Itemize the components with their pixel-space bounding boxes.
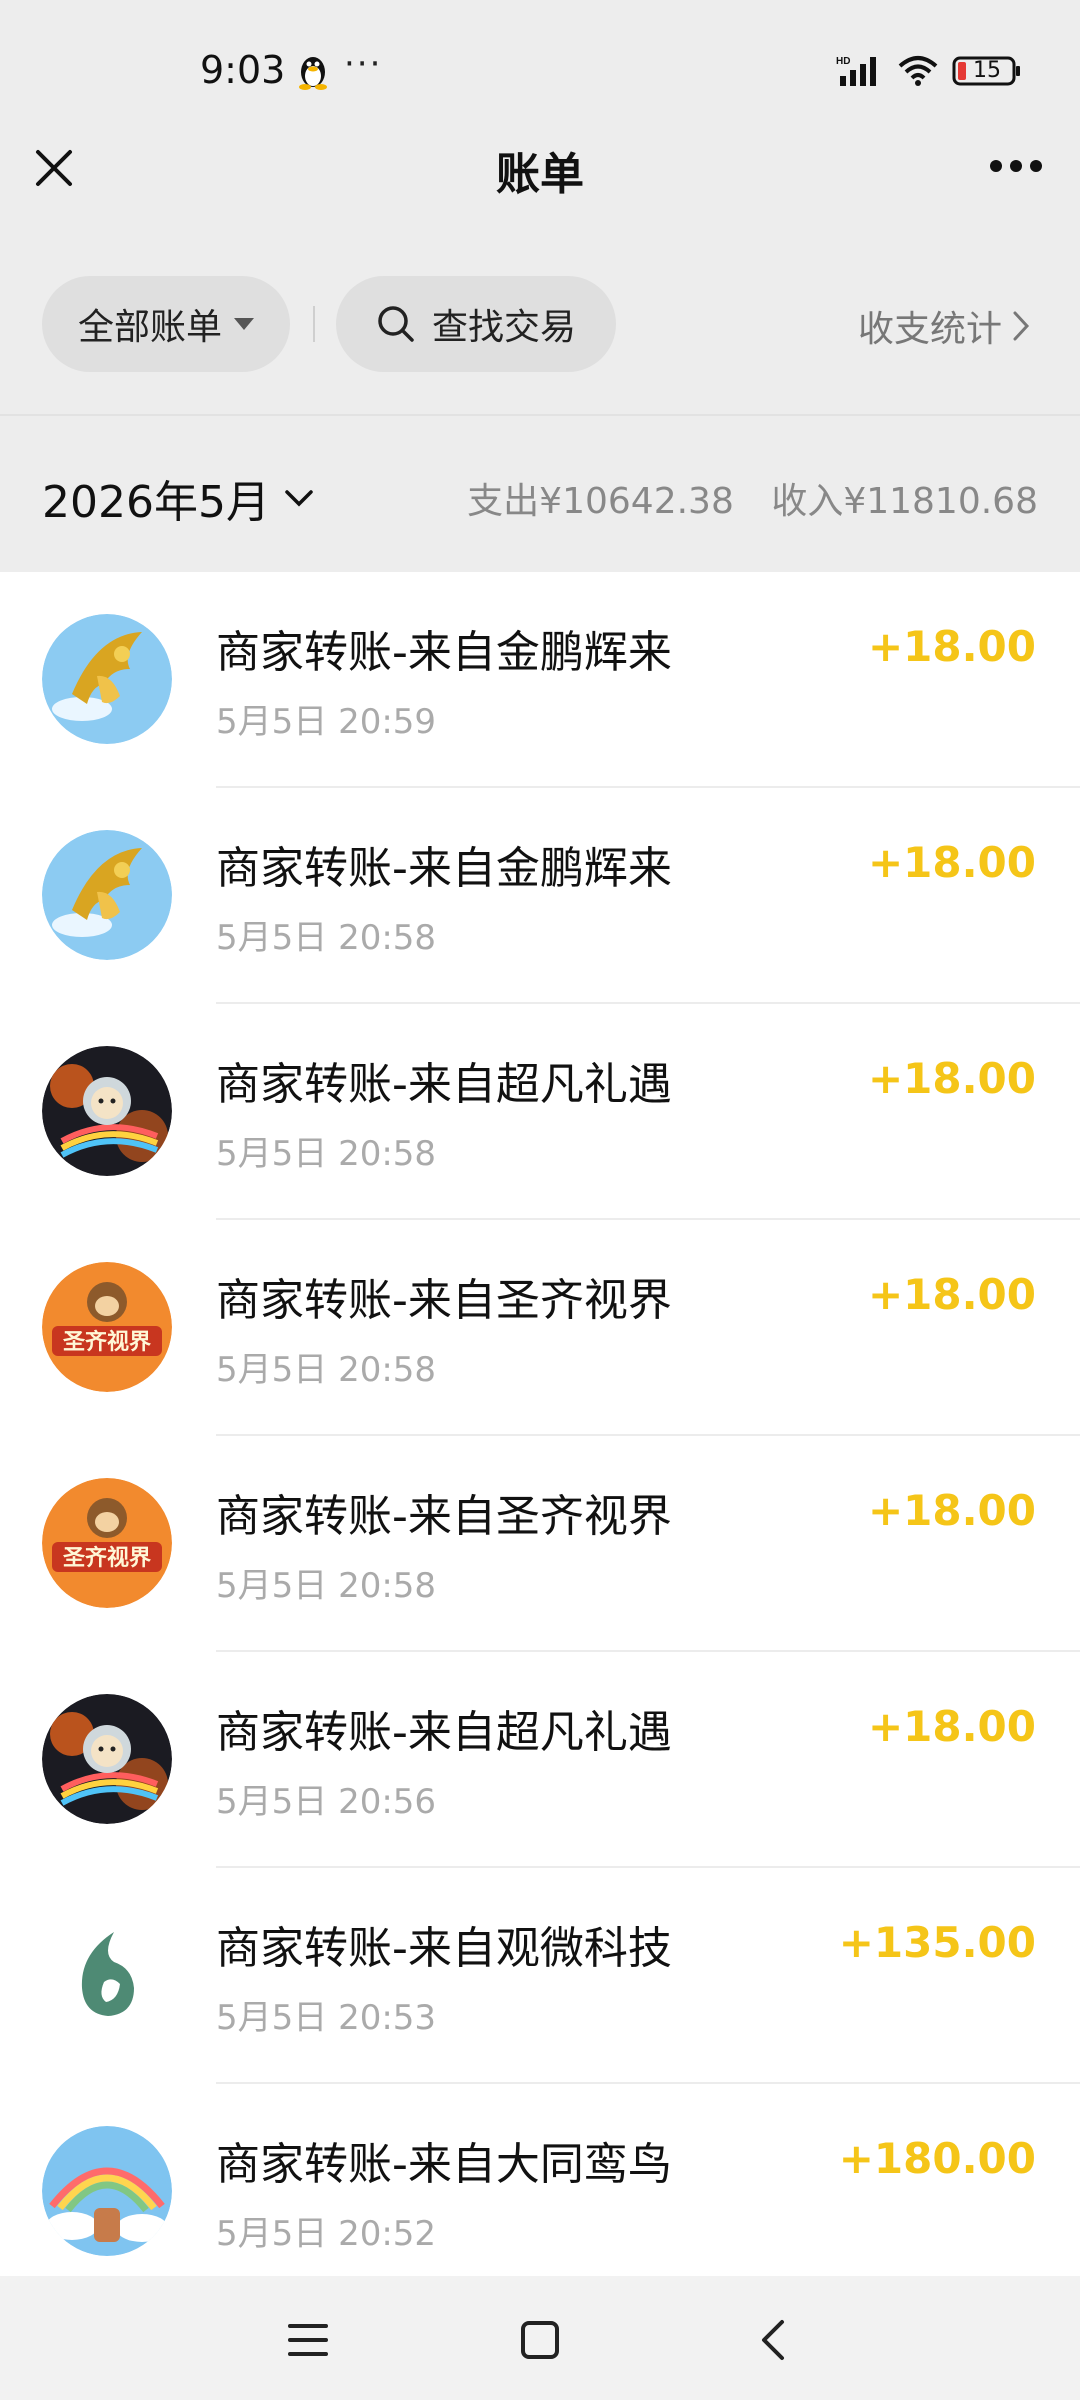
transaction-row[interactable]: 商家转账-来自观微科技 5月5日 20:53 +135.00 — [0, 1868, 1080, 2084]
transaction-time: 5月5日 20:58 — [216, 1350, 437, 1390]
transaction-time: 5月5日 20:59 — [216, 702, 437, 742]
transaction-amount: +18.00 — [867, 1270, 1036, 1319]
transaction-row[interactable]: 商家转账-来自超凡礼遇 5月5日 20:56 +18.00 — [0, 1652, 1080, 1868]
transaction-row[interactable]: 商家转账-来自金鹏辉来 5月5日 20:59 +18.00 — [0, 572, 1080, 788]
transaction-time: 5月5日 20:52 — [216, 2214, 437, 2254]
page-title: 账单 — [496, 149, 584, 200]
transaction-amount: +135.00 — [838, 1918, 1036, 1967]
chevron-right-icon — [1013, 311, 1030, 341]
status-time: 9:03 — [200, 48, 286, 92]
search-transactions-button[interactable]: 查找交易 — [336, 276, 616, 372]
search-icon — [378, 306, 414, 342]
astronaut-cat-avatar — [42, 1694, 172, 1824]
qq-penguin-icon — [299, 57, 327, 90]
transaction-title: 商家转账-来自观微科技 — [216, 1923, 672, 1974]
transaction-title: 商家转账-来自超凡礼遇 — [216, 1707, 672, 1758]
monkey-logo-avatar: 圣齐视界 — [42, 1262, 172, 1392]
transaction-title: 商家转账-来自圣齐视界 — [216, 1491, 672, 1542]
stats-label: 收支统计 — [857, 309, 1002, 350]
transaction-time: 5月5日 20:58 — [216, 1134, 437, 1174]
transaction-amount: +18.00 — [867, 1486, 1036, 1535]
transaction-list: 商家转账-来自金鹏辉来 5月5日 20:59 +18.00 商家转账-来自金鹏辉… — [0, 572, 1080, 2300]
transaction-row[interactable]: 商家转账-来自金鹏辉来 5月5日 20:58 +18.00 — [0, 788, 1080, 1004]
transaction-time: 5月5日 20:58 — [216, 918, 437, 958]
transaction-amount: +18.00 — [867, 622, 1036, 671]
month-income: 收入¥11810.68 — [771, 481, 1038, 522]
transaction-title: 商家转账-来自金鹏辉来 — [216, 843, 672, 894]
transaction-amount: +180.00 — [838, 2134, 1036, 2183]
monkey-logo-avatar: 圣齐视界 — [42, 1478, 172, 1608]
transaction-title: 商家转账-来自金鹏辉来 — [216, 627, 672, 678]
rainbow-scene-avatar — [42, 2126, 172, 2256]
filter-bar: 全部账单 查找交易 收支统计 — [0, 230, 1080, 416]
month-selector[interactable]: 2026年5月 — [42, 466, 314, 530]
transaction-amount: +18.00 — [867, 1702, 1036, 1751]
month-totals: 支出¥10642.38 收入¥11810.68 — [441, 472, 1038, 524]
wifi-icon — [898, 56, 938, 86]
transaction-title: 商家转账-来自大同鸾鸟 — [216, 2139, 672, 2190]
transaction-time: 5月5日 20:56 — [216, 1782, 437, 1822]
signal-icon: HD — [836, 56, 876, 86]
transaction-time: 5月5日 20:58 — [216, 1566, 437, 1606]
eagle-avatar — [42, 614, 172, 744]
avatar-text: 圣齐视界 — [63, 1545, 151, 1571]
status-more-dots: ··· — [344, 44, 383, 84]
divider — [313, 306, 315, 342]
month-label: 2026年5月 — [42, 477, 270, 528]
transaction-amount: +18.00 — [867, 1054, 1036, 1103]
month-bar: 2026年5月 支出¥10642.38 收入¥11810.68 — [0, 416, 1080, 572]
menu-icon[interactable] — [286, 2318, 330, 2362]
system-nav-bar — [0, 2276, 1080, 2400]
battery-level: 15 — [973, 58, 1001, 83]
more-icon[interactable] — [988, 158, 1044, 174]
transaction-time: 5月5日 20:53 — [216, 1998, 437, 2038]
eagle-avatar — [42, 830, 172, 960]
transaction-row[interactable]: 圣齐视界 商家转账-来自圣齐视界 5月5日 20:58 +18.00 — [0, 1220, 1080, 1436]
income-expense-stats-link[interactable]: 收支统计 — [858, 300, 1030, 352]
transaction-row[interactable]: 商家转账-来自超凡礼遇 5月5日 20:58 +18.00 — [0, 1004, 1080, 1220]
transaction-title: 商家转账-来自圣齐视界 — [216, 1275, 672, 1326]
transaction-title: 商家转账-来自超凡礼遇 — [216, 1059, 672, 1110]
astronaut-cat-avatar — [42, 1046, 172, 1176]
back-icon[interactable] — [752, 2318, 796, 2362]
transaction-row[interactable]: 圣齐视界 商家转账-来自圣齐视界 5月5日 20:58 +18.00 — [0, 1436, 1080, 1652]
all-bills-label: 全部账单 — [77, 307, 222, 348]
all-bills-dropdown[interactable]: 全部账单 — [42, 276, 290, 372]
header-bar: 账单 — [0, 100, 1080, 230]
search-label: 查找交易 — [431, 307, 576, 348]
home-square-icon[interactable] — [518, 2318, 562, 2362]
svg-text:HD: HD — [836, 56, 850, 67]
transaction-amount: +18.00 — [867, 838, 1036, 887]
month-expense: 支出¥10642.38 — [467, 481, 734, 522]
caret-down-icon — [234, 318, 254, 330]
leaf-logo-avatar — [42, 1910, 172, 2040]
avatar-text: 圣齐视界 — [63, 1329, 151, 1355]
transaction-row[interactable]: 商家转账-来自大同鸾鸟 5月5日 20:52 +180.00 — [0, 2084, 1080, 2300]
chevron-down-icon — [285, 490, 313, 507]
